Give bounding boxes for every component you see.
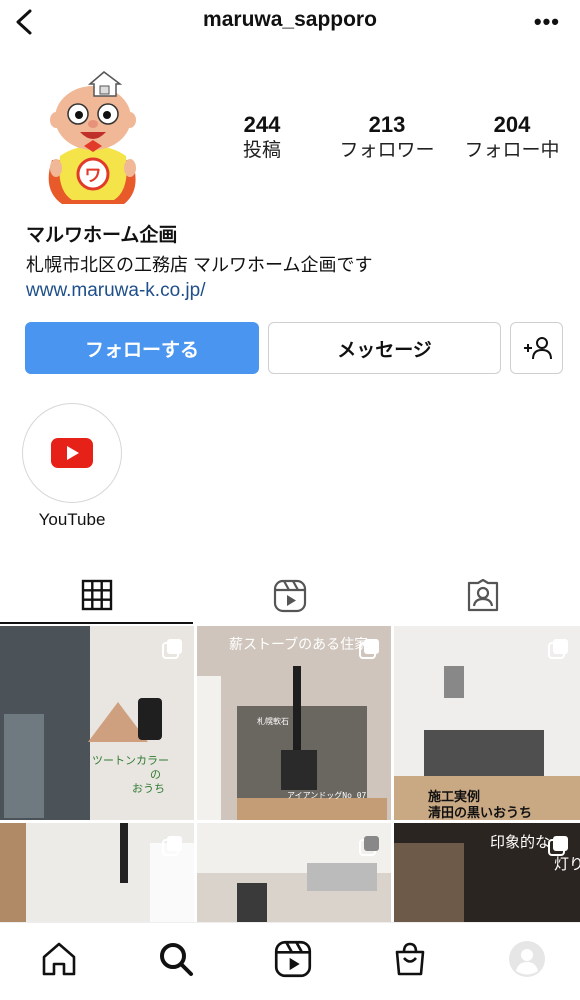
post-tile[interactable] (197, 823, 391, 922)
home-icon (42, 942, 76, 976)
posts-grid: ツートンカラー の おうち 薪ストーブのある住家 札幌軟石 アイアンドッグNo … (0, 626, 580, 922)
post-tile[interactable]: ツートンカラー の おうち (0, 626, 194, 820)
post-caption: おうち (132, 782, 165, 795)
follow-button[interactable]: フォローする (25, 322, 259, 374)
profile-username: maruwa_sapporo (203, 8, 377, 31)
highlight-label: YouTube (38, 510, 106, 529)
top-bar: maruwa_sapporo ••• (0, 0, 580, 46)
posts-stat[interactable]: 244 投稿 (202, 112, 322, 164)
add-user-button[interactable] (510, 322, 563, 374)
more-icon[interactable]: ••• (534, 9, 560, 35)
profile-tabs (0, 568, 580, 624)
reels-icon (274, 940, 312, 978)
search-icon (160, 943, 193, 976)
post-caption: 薪ストーブのある住家 (229, 637, 369, 653)
nav-home[interactable] (37, 937, 81, 981)
post-tile[interactable]: 印象的な 灯り (394, 823, 580, 922)
avatar[interactable]: ワ (42, 70, 144, 210)
posts-count: 244 (243, 112, 281, 137)
profile-icon (509, 941, 545, 977)
youtube-icon (51, 438, 93, 468)
svg-text:ワ: ワ (85, 166, 102, 186)
profile-name: マルワホーム企画 (26, 225, 178, 246)
carousel-icon (548, 639, 568, 659)
nav-reels[interactable] (271, 937, 315, 981)
tab-tagged[interactable] (386, 568, 580, 624)
carousel-icon (359, 639, 379, 659)
tagged-icon (467, 579, 499, 612)
message-button[interactable]: メッセージ (268, 322, 501, 374)
profile-link[interactable]: www.maruwa-k.co.jp/ (26, 280, 206, 302)
nav-profile[interactable] (505, 937, 549, 981)
post-caption: 印象的な (490, 833, 551, 851)
carousel-icon (359, 836, 379, 856)
following-count: 204 (493, 112, 531, 137)
post-caption: 札幌軟石 (257, 717, 289, 726)
carousel-icon (162, 639, 182, 659)
highlight-youtube[interactable] (22, 403, 122, 503)
followers-label: フォロワー (339, 140, 435, 161)
nav-shop[interactable] (388, 937, 432, 981)
profile-bio: 札幌市北区の工務店 マルワホーム企画です (26, 255, 373, 275)
following-label: フォロー中 (464, 140, 560, 161)
followers-count: 213 (368, 112, 406, 137)
post-tile[interactable]: 薪ストーブのある住家 札幌軟石 アイアンドッグNo 07 (197, 626, 391, 820)
post-tile[interactable]: 施工実例 清田の黒いおうち (394, 626, 580, 820)
reels-icon (273, 579, 306, 613)
post-caption: 清田の黒いおうち (428, 806, 533, 820)
carousel-icon (548, 836, 568, 856)
followers-stat[interactable]: 213 フォロワー (327, 112, 447, 164)
add-user-icon (523, 337, 552, 360)
shop-icon (395, 942, 425, 976)
following-stat[interactable]: 204 フォロー中 (452, 112, 572, 164)
carousel-icon (162, 836, 182, 856)
bottom-nav (0, 922, 580, 1000)
profile-stats: 244 投稿 213 フォロワー 204 フォロー中 (220, 112, 580, 172)
post-caption: アイアンドッグNo 07 (287, 791, 367, 800)
nav-search[interactable] (154, 937, 198, 981)
posts-label: 投稿 (242, 140, 281, 161)
tab-posts[interactable] (0, 568, 193, 624)
tab-reels[interactable] (193, 568, 386, 624)
grid-icon (81, 579, 112, 611)
post-tile[interactable] (0, 823, 194, 922)
